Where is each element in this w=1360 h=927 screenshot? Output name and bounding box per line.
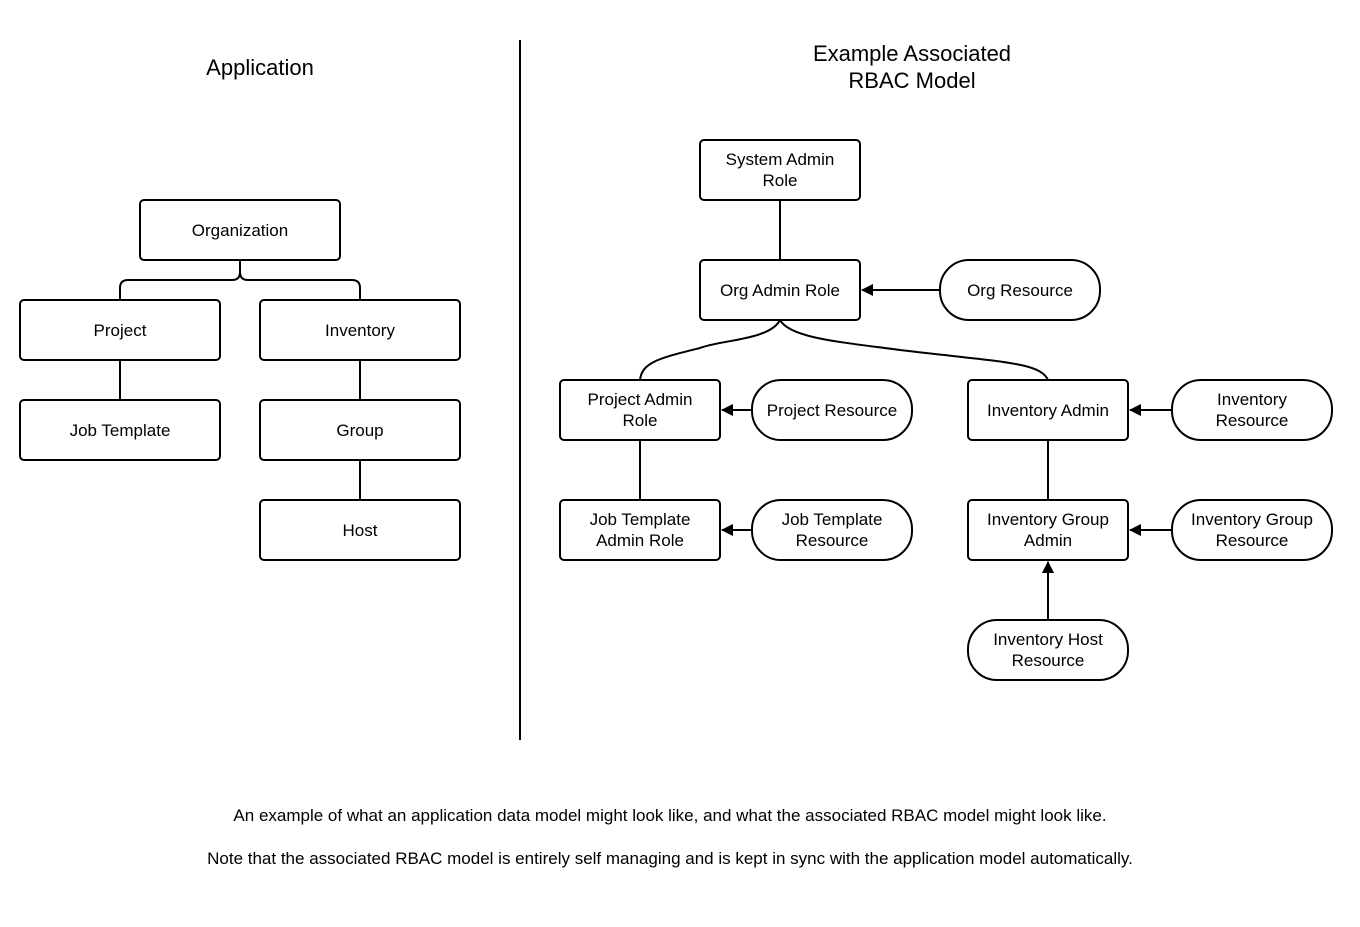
caption-1: An example of what an application data m… [233,806,1107,825]
resource-inventory: Inventory Resource [1171,379,1333,441]
connector-layer [119,40,1172,740]
node-inventory: Inventory [259,299,461,361]
edge-org-admin-project-admin [639,319,781,381]
role-org-admin: Org Admin Role [699,259,861,321]
node-group: Group [259,399,461,461]
role-inventory-admin: Inventory Admin [967,379,1129,441]
role-inventory-group-admin: Inventory Group Admin [967,499,1129,561]
role-system-admin: System Admin Role [699,139,861,201]
resource-job-template: Job Template Resource [751,499,913,561]
resource-project: Project Resource [751,379,913,441]
node-job-template: Job Template [19,399,221,461]
role-job-template-admin: Job Template Admin Role [559,499,721,561]
application-title: Application [206,55,314,80]
role-project-admin: Project Admin Role [559,379,721,441]
edge-organization-project [119,260,241,300]
resource-org: Org Resource [939,259,1101,321]
edge-organization-inventory [239,260,361,300]
node-project: Project [19,299,221,361]
edge-org-admin-inventory-admin [779,319,1049,381]
caption-2: Note that the associated RBAC model is e… [207,849,1133,868]
resource-inventory-host: Inventory Host Resource [967,619,1129,681]
resource-inventory-group: Inventory Group Resource [1171,499,1333,561]
node-organization: Organization [139,199,341,261]
node-host: Host [259,499,461,561]
rbac-title: Example Associated RBAC Model [812,41,1012,93]
